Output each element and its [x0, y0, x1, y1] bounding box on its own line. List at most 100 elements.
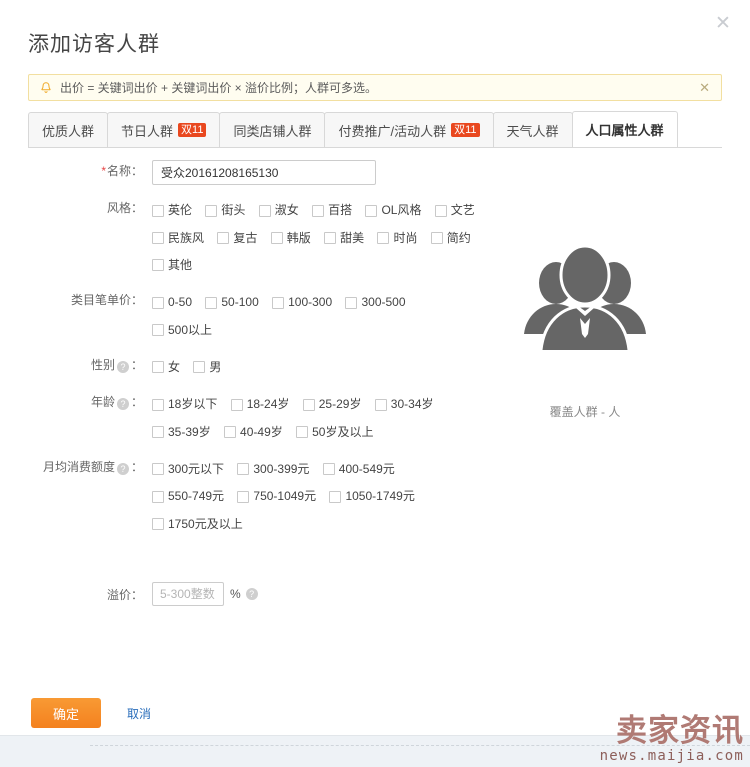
checkbox-box[interactable] — [205, 296, 218, 309]
checkbox-box[interactable] — [377, 232, 390, 245]
checkbox-box[interactable] — [217, 232, 230, 245]
page-title: 添加访客人群 — [28, 33, 160, 56]
checkbox-spend-300-399[interactable]: 300-399元 — [237, 456, 309, 483]
help-icon[interactable]: ? — [116, 462, 129, 475]
checkbox-box[interactable] — [193, 361, 206, 374]
checkbox-box[interactable] — [302, 398, 315, 411]
checkbox-box[interactable] — [152, 324, 164, 337]
checkbox-label: 30-34岁 — [390, 397, 434, 412]
unit-price-line-2: 500以上 — [152, 316, 490, 343]
checkbox-spend-400-549[interactable]: 400-549元 — [322, 456, 395, 483]
checkbox-label: 35-39岁 — [168, 424, 211, 439]
checkbox-style-baida[interactable]: 百搭 — [312, 197, 352, 224]
checkbox-style-tianmei[interactable]: 甜美 — [324, 225, 364, 252]
checkbox-box[interactable] — [205, 204, 218, 217]
checkbox-box[interactable] — [152, 490, 164, 503]
checkbox-price-500-above[interactable]: 500以上 — [152, 317, 212, 344]
checkbox-box[interactable] — [270, 232, 283, 245]
checkbox-style-qita[interactable]: 其他 — [152, 252, 192, 279]
checkbox-label: 50-100 — [221, 295, 259, 310]
checkbox-box[interactable] — [430, 232, 443, 245]
checkbox-style-yinglun[interactable]: 英伦 — [152, 197, 192, 224]
checkbox-style-shunv[interactable]: 淑女 — [258, 197, 299, 224]
checkbox-box[interactable] — [230, 398, 243, 411]
tab-paid-promo-crowd[interactable]: 付费推广/活动人群 双11 — [324, 112, 494, 147]
checkbox-age-18-24[interactable]: 18-24岁 — [230, 391, 289, 418]
checkbox-box[interactable] — [365, 204, 378, 217]
checkbox-box[interactable] — [152, 232, 164, 245]
checkbox-box[interactable] — [152, 398, 164, 411]
close-icon[interactable]: ✕ — [712, 13, 734, 35]
checkbox-style-wenyi[interactable]: 文艺 — [434, 197, 475, 224]
checkbox-box[interactable] — [152, 361, 164, 374]
tab-demographic-crowd[interactable]: 人口属性人群 — [571, 111, 678, 147]
checkbox-price-0-50[interactable]: 0-50 — [152, 289, 192, 316]
checkbox-box[interactable] — [152, 259, 164, 272]
checkbox-box[interactable] — [296, 426, 309, 439]
tab-label: 同类店铺人群 — [233, 123, 312, 139]
help-icon[interactable]: ? — [116, 397, 129, 410]
unit-price-checkbox-group: 0-50 50-100 100-300 300-500 500以上 — [143, 289, 490, 344]
help-icon[interactable]: ? — [116, 360, 129, 373]
confirm-button[interactable]: 确定 — [31, 698, 101, 728]
checkbox-style-jianyue[interactable]: 简约 — [430, 225, 471, 252]
age-line-2: 35-39岁 40-49岁 50岁及以上 — [152, 418, 490, 445]
premium-label: 溢价： — [106, 588, 143, 603]
checkbox-box[interactable] — [345, 296, 358, 309]
name-input[interactable] — [152, 160, 376, 185]
tab-weather-crowd[interactable]: 天气人群 — [492, 112, 573, 147]
checkbox-box[interactable] — [224, 426, 237, 439]
checkbox-style-fugu[interactable]: 复古 — [217, 225, 257, 252]
alert-close-icon[interactable]: ✕ — [696, 81, 713, 94]
checkbox-spend-under-300[interactable]: 300元以下 — [152, 456, 224, 483]
cancel-button[interactable]: 取消 — [127, 705, 151, 722]
crowd-type-tabs: 优质人群 节日人群 双11 同类店铺人群 付费推广/活动人群 双11 天气人群 … — [28, 111, 722, 148]
checkbox-age-30-34[interactable]: 30-34岁 — [374, 391, 434, 418]
checkbox-price-50-100[interactable]: 50-100 — [205, 289, 259, 316]
checkbox-gender-male[interactable]: 男 — [193, 354, 221, 381]
checkbox-style-minzufeng[interactable]: 民族风 — [152, 225, 204, 252]
checkbox-box[interactable] — [324, 232, 337, 245]
checkbox-box[interactable] — [237, 490, 250, 503]
checkbox-gender-female[interactable]: 女 — [152, 354, 180, 381]
checkbox-spend-750-1049[interactable]: 750-1049元 — [237, 483, 316, 510]
checkbox-box[interactable] — [152, 518, 164, 531]
checkbox-label: 百搭 — [328, 203, 353, 218]
checkbox-box[interactable] — [272, 296, 285, 309]
monthly-spend-label-text: 月均消费额度 — [42, 459, 115, 474]
help-icon[interactable]: ? — [245, 587, 258, 600]
checkbox-age-50-above[interactable]: 50岁及以上 — [296, 419, 373, 446]
tab-festival-crowd[interactable]: 节日人群 双11 — [107, 112, 221, 147]
checkbox-box[interactable] — [237, 463, 250, 476]
checkbox-box[interactable] — [152, 463, 164, 476]
tab-label: 天气人群 — [506, 123, 559, 139]
checkbox-box[interactable] — [434, 204, 447, 217]
checkbox-age-25-29[interactable]: 25-29岁 — [302, 391, 361, 418]
checkbox-price-300-500[interactable]: 300-500 — [345, 289, 406, 316]
checkbox-price-100-300[interactable]: 100-300 — [272, 289, 332, 316]
checkbox-spend-1750-above[interactable]: 1750元及以上 — [152, 511, 243, 538]
checkbox-box[interactable] — [152, 204, 164, 217]
tab-badge: 双11 — [178, 123, 207, 137]
watermark: 卖家资讯 news.maijia.com — [600, 714, 744, 765]
checkbox-box[interactable] — [329, 490, 342, 503]
checkbox-style-ol[interactable]: OL风格 — [365, 197, 421, 224]
checkbox-age-40-49[interactable]: 40-49岁 — [224, 419, 283, 446]
checkbox-box[interactable] — [312, 204, 325, 217]
checkbox-box[interactable] — [152, 426, 164, 439]
checkbox-style-hanban[interactable]: 韩版 — [270, 225, 311, 252]
premium-input[interactable] — [152, 581, 224, 606]
checkbox-box[interactable] — [258, 204, 271, 217]
checkbox-style-shishang[interactable]: 时尚 — [377, 225, 417, 252]
checkbox-age-35-39[interactable]: 35-39岁 — [152, 419, 211, 446]
checkbox-box[interactable] — [152, 296, 164, 309]
checkbox-box[interactable] — [374, 398, 387, 411]
form-row-style: 风格： 英伦 街头 淑女 百搭 OL风格 文艺 民族风 复古 韩版 甜美 时尚 … — [0, 197, 490, 279]
tab-premium-crowd[interactable]: 优质人群 — [28, 112, 109, 147]
checkbox-age-under-18[interactable]: 18岁以下 — [152, 391, 217, 418]
tab-similar-shop-crowd[interactable]: 同类店铺人群 — [219, 112, 326, 147]
checkbox-box[interactable] — [322, 463, 335, 476]
checkbox-spend-1050-1749[interactable]: 1050-1749元 — [329, 483, 415, 510]
checkbox-style-jietou[interactable]: 街头 — [205, 197, 245, 224]
checkbox-spend-550-749[interactable]: 550-749元 — [152, 483, 224, 510]
